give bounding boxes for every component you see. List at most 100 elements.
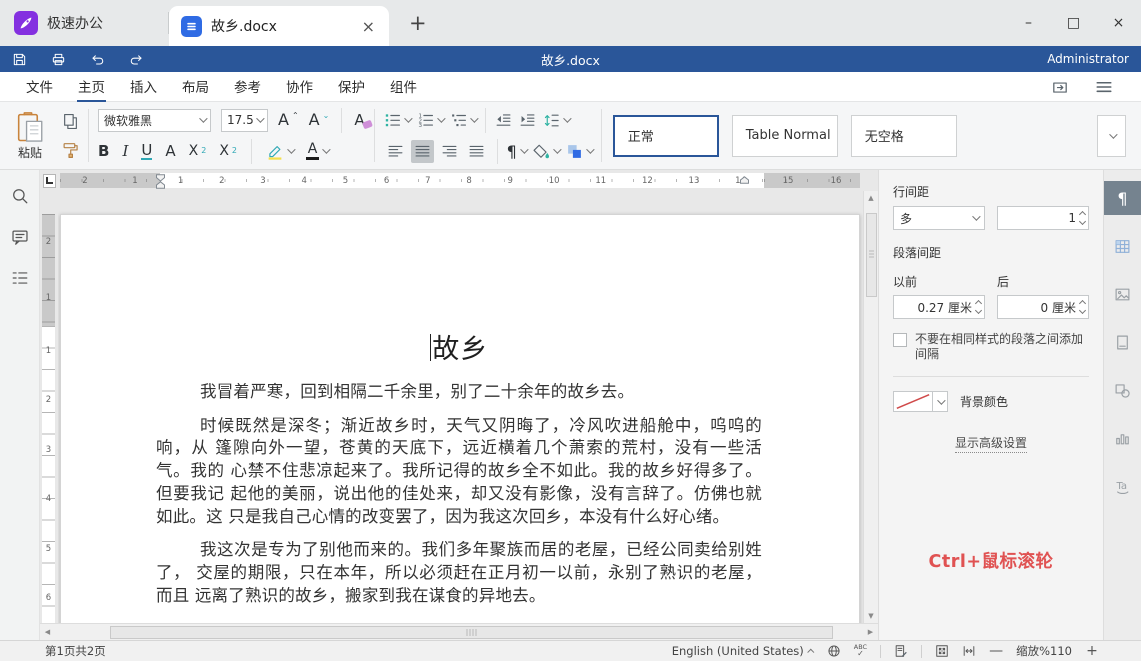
advanced-settings-link[interactable]: 显示高级设置 [955,434,1027,453]
line-spacing-button[interactable] [543,112,569,129]
style-Table Normal[interactable]: Table Normal [732,115,838,157]
decrease-indent-icon[interactable] [495,112,512,129]
horizontal-scrollbar[interactable]: ◀ ▶ [40,623,878,640]
tab-stop-selector[interactable] [40,170,58,191]
minimize-icon[interactable]: – [1006,0,1051,46]
underline-button[interactable]: U [141,143,152,160]
highlight-color-button[interactable] [266,143,293,160]
increase-indent-icon[interactable] [519,112,536,129]
checkbox-icon[interactable] [893,333,907,347]
spinner-icon[interactable] [1080,301,1085,313]
line-spacing-mode-select[interactable]: 多 [893,206,985,230]
color-swatch-none-icon[interactable] [893,391,933,412]
grow-font-button[interactable]: A⌃ [278,112,299,128]
fit-width-icon[interactable] [962,644,976,658]
same-style-spacing-checkbox[interactable]: 不要在相同样式的段落之间添加间隔 [893,332,1089,362]
scroll-right-icon[interactable]: ▶ [863,628,878,636]
vertical-ruler[interactable]: 21 123456 [40,191,58,623]
zoom-in-icon[interactable]: + [1085,643,1099,659]
menu-item-保护[interactable]: 保护 [326,71,377,102]
menu-item-插入[interactable]: 插入 [118,71,169,102]
scroll-up-icon[interactable]: ▲ [864,191,878,205]
table-panel-icon[interactable] [1104,229,1141,263]
document-tab[interactable]: 故乡.docx × [169,6,389,46]
style-正常[interactable]: 正常 [613,115,719,157]
style-无空格[interactable]: 无空格 [851,115,957,157]
document-paragraph[interactable]: 我这次是专为了别他而来的。我们多年聚族而居的老屋，已经公同卖给别姓了， 交屋的期… [156,539,762,607]
font-size-select[interactable]: 17.5 [221,109,268,132]
numbered-list-button[interactable]: 123 [417,112,443,129]
indent-marker-left[interactable] [155,174,166,192]
shapes-panel-icon[interactable] [1104,373,1141,407]
zoom-out-icon[interactable]: — [989,643,1003,659]
document-paragraph[interactable]: 时候既然是深冬；渐近故乡时，天气又阴晦了，冷风吹进船舱中，呜呜的响，从 篷隙向外… [156,415,762,529]
vertical-scroll-thumb[interactable] [866,213,877,297]
shading-button[interactable] [533,143,559,160]
horizontal-ruler[interactable]: 21 1234567891011121314 1516 [60,173,860,188]
spacing-before-input[interactable]: 0.27 厘米 [893,295,985,319]
user-name[interactable]: Administrator [1047,52,1129,66]
phonetic-guide-button[interactable]: A [165,144,175,159]
color-dropdown-button[interactable] [933,391,948,412]
vertical-scrollbar[interactable]: ▲ ▼ [863,191,878,623]
menu-item-布局[interactable]: 布局 [170,71,221,102]
open-folder-icon[interactable] [1051,78,1069,96]
horizontal-scroll-thumb[interactable] [110,626,833,639]
close-icon[interactable]: × [1096,0,1141,46]
superscript-button[interactable]: X2 [189,144,207,158]
shrink-font-button[interactable]: A⌄ [309,112,330,128]
comment-icon[interactable] [11,228,29,246]
spinner-icon[interactable] [976,301,981,313]
menu-item-主页[interactable]: 主页 [66,71,117,102]
tab-close-icon[interactable]: × [360,17,377,36]
line-spacing-value-input[interactable]: 1 [997,206,1089,230]
spellcheck-icon[interactable]: ABC✓ [854,644,867,658]
spacing-after-input[interactable]: 0 厘米 [997,295,1089,319]
borders-button[interactable] [566,143,592,160]
document-heading[interactable]: 故乡 [156,327,762,366]
hamburger-icon[interactable] [1095,78,1113,96]
align-center-icon[interactable] [411,140,434,163]
menu-item-组件[interactable]: 组件 [378,71,429,102]
paragraph-panel-icon[interactable]: ¶ [1104,181,1141,215]
multilevel-list-button[interactable] [450,112,476,129]
search-icon[interactable] [11,187,29,205]
clear-formatting-button[interactable]: A [354,113,364,128]
page-info[interactable]: 第1页共2页 [45,643,106,659]
align-justify-icon[interactable] [465,140,488,163]
format-painter-icon[interactable] [62,141,79,158]
scroll-left-icon[interactable]: ◀ [40,628,55,636]
bullet-list-button[interactable] [384,112,410,129]
scroll-down-icon[interactable]: ▼ [864,609,878,623]
globe-icon[interactable] [827,644,841,658]
menu-item-文件[interactable]: 文件 [14,71,65,102]
align-left-icon[interactable] [384,140,407,163]
page-panel-icon[interactable] [1104,325,1141,359]
italic-button[interactable]: I [122,144,128,159]
paste-button[interactable]: 粘贴 [8,111,52,161]
menu-item-参考[interactable]: 参考 [222,71,273,102]
outline-icon[interactable] [11,269,29,287]
maximize-icon[interactable]: □ [1051,0,1096,46]
document-page[interactable]: 故乡 我冒着严寒，回到相隔二千余里，别了二十余年的故乡去。时候既然是深冬；渐近故… [60,214,860,623]
proofing-icon[interactable] [894,644,908,658]
document-paragraph[interactable]: 我冒着严寒，回到相隔二千余里，别了二十余年的故乡去。 [156,381,762,404]
chart-panel-icon[interactable] [1104,421,1141,455]
align-right-icon[interactable] [438,140,461,163]
new-tab-button[interactable]: + [409,11,427,35]
font-color-button[interactable]: A [306,142,328,160]
textart-panel-icon[interactable]: Ta [1104,469,1141,503]
indent-marker-right[interactable] [739,176,750,187]
document-canvas[interactable]: 故乡 我冒着严寒，回到相隔二千余里，别了二十余年的故乡去。时候既然是深冬；渐近故… [58,191,863,623]
bold-button[interactable]: B [98,144,109,159]
font-name-select[interactable]: 微软雅黑 [98,109,211,132]
paragraph-marks-button[interactable]: ¶ [507,142,526,161]
fit-page-icon[interactable] [935,644,949,658]
subscript-button[interactable]: X2 [219,144,237,158]
more-styles-button[interactable] [1097,115,1126,157]
language-selector[interactable]: English (United States) [672,644,814,658]
menu-item-协作[interactable]: 协作 [274,71,325,102]
image-panel-icon[interactable] [1104,277,1141,311]
spinner-icon[interactable] [1080,212,1085,224]
copy-icon[interactable] [62,113,79,130]
